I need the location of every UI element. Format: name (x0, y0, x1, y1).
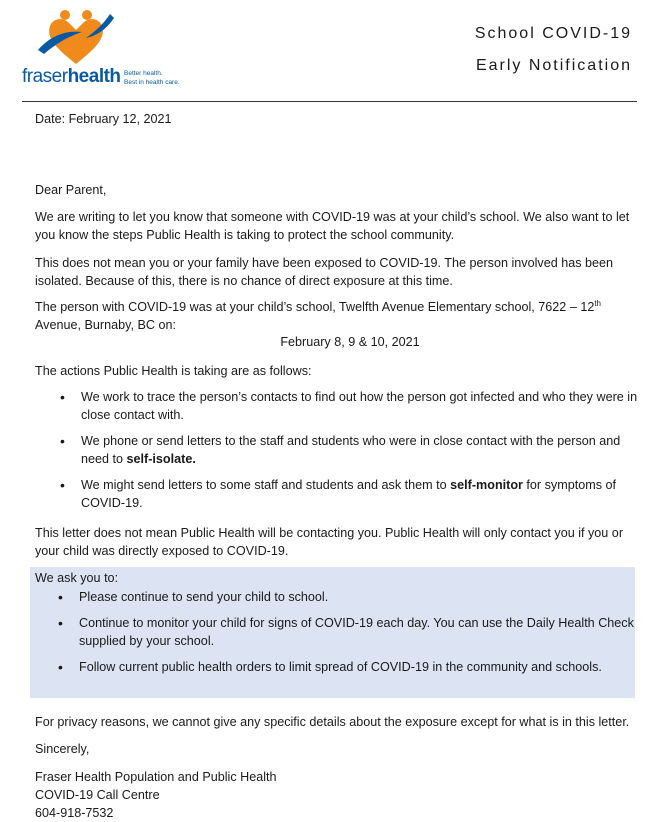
list-item: We work to trace the person’s contacts t… (58, 388, 638, 424)
paragraph-4: This letter does not mean Public Health … (35, 526, 624, 558)
list-item: We phone or send letters to the staff an… (58, 432, 638, 468)
list-item: Please continue to send your child to sc… (56, 588, 636, 606)
letter-date: Date: February 12, 2021 (35, 112, 172, 126)
greeting: Dear Parent, (35, 183, 107, 197)
signature-line: Fraser Health Population and Public Heal… (35, 770, 277, 784)
paragraph-1: We are writing to let you know that some… (35, 210, 630, 242)
paragraph-2: This does not mean you or your family ha… (35, 256, 614, 288)
exposure-dates: February 8, 9 & 10, 2021 (280, 335, 420, 349)
privacy-note: For privacy reasons, we cannot give any … (35, 715, 630, 729)
brand-tagline: Better health. Best in health care. (124, 70, 180, 86)
ask-box: We ask you to: Please continue to send y… (30, 567, 635, 698)
brand-wordmark: fraserhealth (22, 66, 121, 87)
signature-line: COVID-19 Call Centre (35, 788, 160, 802)
actions-list: We work to trace the person’s contacts t… (58, 388, 638, 512)
signature-line: 604-918-7532 (35, 806, 114, 820)
document-title: School COVID-19 Early Notification (474, 25, 632, 74)
ask-intro: We ask you to: (35, 571, 119, 585)
list-item: Continue to monitor your child for signs… (56, 614, 636, 650)
signature-block: Fraser Health Population and Public Heal… (35, 768, 640, 822)
header-divider (22, 101, 637, 102)
list-item: Follow current public health orders to l… (56, 658, 636, 676)
list-item: We might send letters to some staff and … (58, 476, 638, 512)
letter-page: fraserhealth Better health. Best in heal… (0, 0, 670, 820)
heart-figure-icon (38, 10, 114, 64)
closing: Sincerely, (35, 742, 90, 756)
actions-intro: The actions Public Health is taking are … (35, 364, 312, 378)
fraser-health-logo: fraserhealth Better health. Best in heal… (20, 8, 190, 88)
paragraph-3: The person with COVID-19 was at your chi… (35, 298, 601, 332)
ask-list: Please continue to send your child to sc… (56, 588, 636, 676)
